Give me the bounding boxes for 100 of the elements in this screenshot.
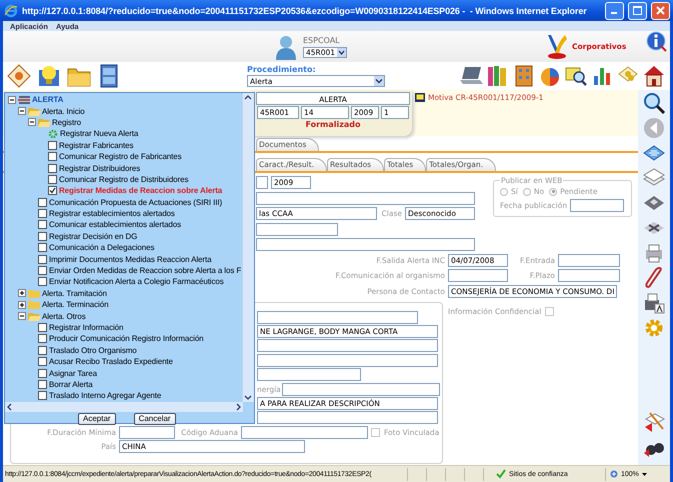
checkbox[interactable]	[38, 357, 47, 366]
logo-icon	[545, 33, 568, 60]
folder-icon	[28, 300, 41, 310]
text-field[interactable]	[282, 382, 440, 396]
print-preview-icon[interactable]	[643, 292, 665, 314]
checkbox[interactable]	[38, 254, 47, 264]
tree-toggle[interactable]	[18, 107, 26, 116]
text-field[interactable]	[257, 354, 438, 367]
maximize-icon	[633, 6, 642, 15]
tree-toggle[interactable]	[18, 312, 26, 320]
tree-item[interactable]: Alerta. Otros	[42, 312, 86, 321]
text-field[interactable]	[119, 426, 175, 439]
tree-toggle[interactable]	[18, 289, 26, 298]
maximize-button[interactable]	[628, 2, 647, 20]
gear-icon	[48, 128, 58, 139]
tree-toggle[interactable]	[28, 118, 36, 126]
tree-item[interactable]: Producir Comunicación Registro Información	[49, 334, 204, 344]
cancel-button[interactable]: Cancelar	[134, 412, 176, 425]
minimize-button[interactable]	[605, 2, 624, 20]
tree-item[interactable]: Traslado Otro Organismo	[49, 346, 137, 355]
search-icon[interactable]	[643, 92, 665, 114]
checkbox[interactable]	[38, 346, 47, 355]
tree-item[interactable]: Alerta. Terminación	[42, 300, 108, 310]
tree-item[interactable]: Enviar Notificacion Alerta a Colegio Farmacéuticos	[49, 277, 224, 286]
zoom-icon	[610, 470, 619, 478]
tree-item[interactable]: Registrar Distribuidores	[59, 164, 140, 173]
tree-item[interactable]: Registrar establecimientos alertados	[49, 209, 175, 218]
text-field[interactable]	[257, 411, 438, 424]
folder-icon	[38, 118, 51, 127]
scrollbar[interactable]	[242, 93, 254, 402]
printer-icon[interactable]	[643, 242, 665, 264]
tree-item[interactable]: Registrar Información	[49, 323, 124, 332]
tree-toggle[interactable]	[8, 96, 16, 104]
paperclip-icon[interactable]	[643, 267, 665, 289]
certificate-icon[interactable]	[7, 64, 31, 88]
tree-item[interactable]: Acusar Recibo Traslado Expediente	[49, 357, 173, 366]
tree-item[interactable]: Comunicación a Delegaciones	[49, 243, 154, 252]
checkbox[interactable]	[38, 266, 47, 276]
tree-item[interactable]: Comunicación Propuesta de Actuaciones (SIRI III)	[49, 198, 222, 207]
tree-item[interactable]: Registrar Fabricantes	[59, 140, 134, 150]
tree-item[interactable]: Registrar Decisión en DG	[49, 232, 138, 241]
tree-item[interactable]: Comunicar establecimientos alertados	[49, 220, 182, 230]
folder-icon	[28, 312, 41, 321]
tree-item[interactable]: Comunicar Registro de Fabricantes	[59, 152, 182, 162]
info-icon[interactable]	[646, 31, 667, 52]
tree-item[interactable]: Registro	[52, 118, 81, 127]
tree-item[interactable]: Traslado Interno Agregar Agente	[49, 391, 162, 400]
checkbox[interactable]	[48, 186, 57, 196]
tree-item[interactable]: ALERTA	[32, 95, 64, 104]
user-name: ESPCOAL	[303, 36, 341, 44]
caret-icon	[374, 76, 384, 86]
checkbox[interactable]	[38, 198, 47, 207]
stack-icon	[18, 95, 31, 104]
checkbox[interactable]	[38, 368, 47, 378]
checkbox[interactable]	[38, 220, 47, 230]
checkbox[interactable]	[38, 391, 47, 400]
text-field[interactable]	[558, 254, 620, 267]
text-field[interactable]	[256, 238, 475, 252]
checkbox[interactable]	[38, 323, 47, 332]
close-icon	[656, 6, 665, 15]
text-field[interactable]	[257, 310, 418, 324]
checkbox[interactable]	[38, 334, 47, 344]
checkbox[interactable]	[48, 140, 57, 150]
close-button[interactable]	[651, 2, 670, 20]
date-field[interactable]	[570, 199, 624, 212]
house-icon[interactable]	[642, 64, 666, 88]
radio-button[interactable]	[522, 188, 531, 196]
text-field[interactable]	[257, 368, 361, 382]
note-icon	[415, 93, 425, 102]
tree-item[interactable]: Imprimir Documentos Medidas Reaccion Alerta	[49, 254, 212, 264]
status-text: Formalizado	[305, 120, 361, 129]
tree-item[interactable]: Borrar Alerta	[49, 380, 93, 389]
tree-item[interactable]: Enviar Orden Medidas de Reaccion sobre Alerta a los F	[49, 266, 242, 276]
radio-button[interactable]	[500, 188, 508, 196]
checkbox[interactable]	[38, 209, 47, 218]
text-field[interactable]	[241, 426, 368, 439]
text-field[interactable]	[558, 269, 620, 282]
lightbulb-icon[interactable]	[37, 64, 61, 88]
checkbox[interactable]	[48, 152, 57, 162]
tree-item[interactable]: Asignar Tarea	[49, 368, 97, 378]
checkbox[interactable]	[38, 380, 47, 389]
text-field[interactable]	[256, 192, 475, 205]
accept-button[interactable]: Aceptar	[78, 412, 116, 425]
tree-item[interactable]: Alerta. Tramitación	[42, 288, 107, 298]
text-field[interactable]	[448, 269, 508, 282]
text-field[interactable]	[256, 176, 268, 189]
scrollbar[interactable]	[5, 402, 243, 412]
checkbox[interactable]	[48, 164, 57, 173]
tree-item[interactable]: Comunicar Registro de Distribuidores	[59, 174, 188, 184]
tree-item[interactable]: Alerta. Inicio	[42, 106, 85, 116]
tree-toggle[interactable]	[18, 300, 26, 309]
checkbox[interactable]	[48, 174, 57, 184]
checkbox[interactable]	[38, 243, 47, 252]
checkbox[interactable]	[38, 277, 47, 286]
text-field[interactable]	[256, 222, 338, 236]
check-icon	[496, 469, 506, 479]
radio-button[interactable]	[549, 188, 558, 196]
checkbox[interactable]	[38, 232, 47, 241]
text-field[interactable]	[257, 339, 438, 352]
tree-item[interactable]: Registrar Nueva Alerta	[60, 129, 138, 138]
